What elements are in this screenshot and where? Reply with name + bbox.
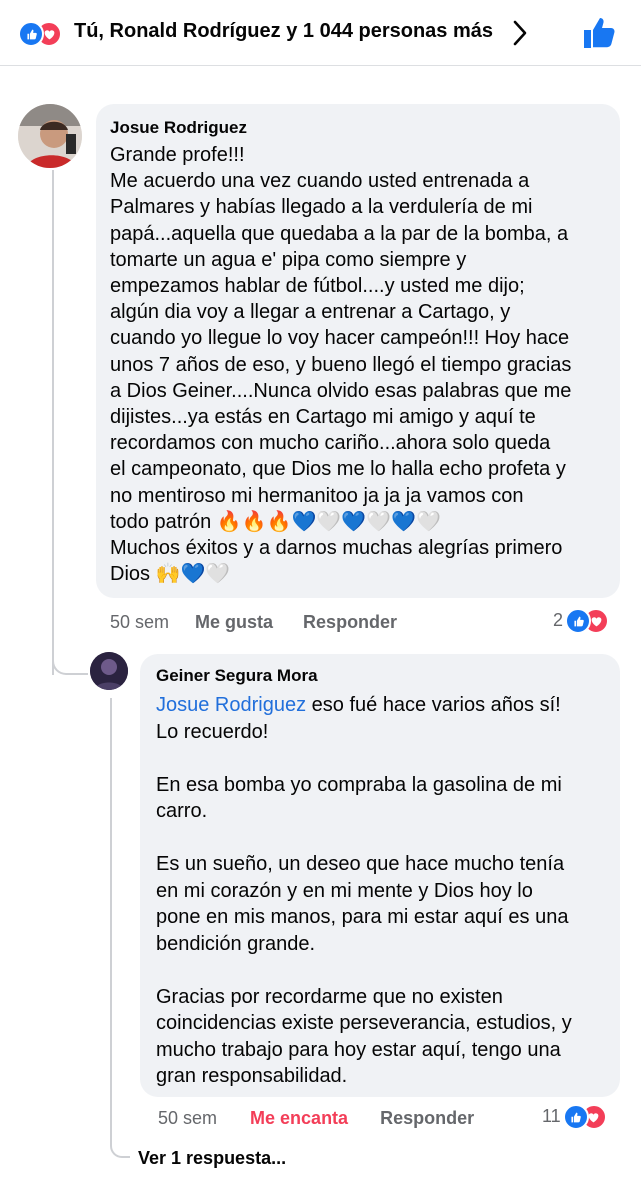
reply-bubble: Geiner Segura Mora Josue Rodriguez eso f…	[140, 654, 620, 1097]
reply-link[interactable]: Responder	[303, 612, 397, 633]
comment-reactions[interactable]: 11	[542, 1104, 607, 1130]
comment-actions: 50 sem Me gusta Responder	[110, 612, 397, 633]
see-replies-link[interactable]: Ver 1 respuesta...	[138, 1148, 286, 1169]
chevron-right-icon[interactable]	[510, 19, 530, 47]
comment-time[interactable]: 50 sem	[110, 612, 169, 633]
thread-connector	[110, 1110, 130, 1158]
comment-time[interactable]: 50 sem	[158, 1108, 217, 1129]
thread-connector	[52, 620, 88, 675]
reactions-bar[interactable]: Tú, Ronald Rodríguez y 1 044 personas má…	[0, 0, 641, 66]
love-link[interactable]: Me encanta	[250, 1108, 348, 1129]
comment-reactions[interactable]: 2	[553, 608, 610, 634]
like-icon	[562, 1104, 589, 1130]
comment-author[interactable]: Geiner Segura Mora	[156, 666, 604, 686]
like-button-icon[interactable]	[580, 14, 618, 52]
reaction-icons	[565, 608, 610, 634]
like-link[interactable]: Me gusta	[195, 612, 273, 633]
thread-line	[110, 698, 112, 1138]
like-icon	[565, 608, 592, 634]
reply-link[interactable]: Responder	[380, 1108, 474, 1129]
reaction-count: 2	[553, 609, 564, 630]
reactions-summary[interactable]: Tú, Ronald Rodríguez y 1 044 personas má…	[74, 20, 493, 43]
comment-text: Josue Rodriguez eso fué hace varios años…	[156, 692, 604, 1090]
mention-link[interactable]: Josue Rodriguez	[156, 694, 306, 716]
thread-line	[52, 170, 54, 675]
reaction-icons	[18, 21, 70, 47]
like-icon	[18, 21, 44, 47]
comment-text-body: eso fué hace varios años sí! Lo recuerdo…	[156, 694, 572, 1087]
reaction-icons	[562, 1104, 607, 1130]
reaction-count: 11	[542, 1105, 561, 1126]
comment-bubble: Josue Rodriguez Grande profe!!! Me acuer…	[96, 104, 620, 598]
comment-author[interactable]: Josue Rodriguez	[110, 118, 606, 138]
avatar[interactable]	[18, 104, 82, 168]
avatar[interactable]	[90, 652, 128, 690]
comment-text: Grande profe!!! Me acuerdo una vez cuand…	[110, 144, 572, 586]
comment-actions: 50 sem Me encanta Responder	[158, 1108, 474, 1129]
